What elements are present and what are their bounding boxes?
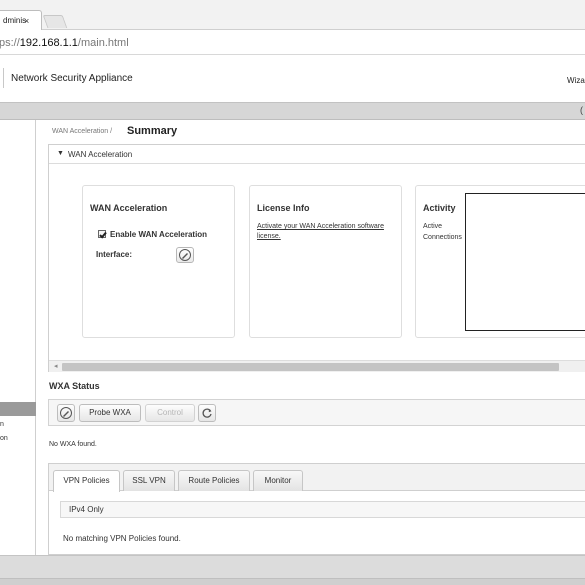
browser-tab-title: dminis — [3, 16, 27, 25]
interface-edit-button[interactable] — [176, 247, 194, 263]
close-tab-icon[interactable]: × — [24, 16, 29, 26]
scrollbar-thumb[interactable] — [62, 363, 559, 371]
probe-wxa-button[interactable]: Probe WXA — [79, 404, 141, 422]
section-header-label: WAN Acceleration — [68, 150, 133, 159]
url-scheme: ps:// — [0, 37, 20, 49]
address-bar[interactable]: ps://192.168.1.1/main.html — [0, 30, 585, 55]
pencil-icon — [60, 407, 72, 419]
activate-license-link[interactable]: Activate your WAN Acceleration software … — [257, 222, 387, 242]
policy-tab-row: VPN Policies SSL VPN Route Policies Moni… — [49, 464, 585, 492]
sidebar-item-2[interactable]: on — [0, 435, 8, 442]
scroll-left-icon[interactable]: ◂ — [54, 362, 58, 370]
wan-acceleration-section: ▼ WAN Acceleration WAN Acceleration Enab… — [48, 144, 585, 372]
horizontal-scrollbar[interactable]: ◂ — [49, 360, 585, 372]
no-wxa-message: No WXA found. — [49, 441, 97, 448]
license-info-card: License Info Activate your WAN Accelerat… — [249, 185, 402, 338]
tab-vpn-policies[interactable]: VPN Policies — [53, 470, 120, 492]
activity-card: Activity Active Connections — [415, 185, 585, 338]
tab-ssl-vpn[interactable]: SSL VPN — [123, 470, 175, 491]
sidebar-item-selected[interactable] — [0, 402, 36, 416]
pencil-icon — [179, 249, 191, 261]
new-tab-button[interactable] — [42, 15, 68, 28]
url-path: /main.html — [77, 37, 129, 49]
enable-wan-row[interactable]: Enable WAN Acceleration — [98, 230, 207, 239]
active-connections-label: Active Connections — [423, 221, 462, 243]
top-menu-bar: ( — [0, 102, 585, 120]
app-header: Network Security Appliance Wiza — [0, 56, 585, 102]
status-bar — [0, 555, 585, 585]
sidebar-item-1[interactable]: n — [0, 421, 4, 428]
enable-wan-label: Enable WAN Acceleration — [110, 230, 208, 239]
left-navigation: n on — [0, 120, 36, 555]
section-header[interactable]: ▼ WAN Acceleration — [49, 145, 585, 164]
wan-card-title: WAN Acceleration — [90, 203, 168, 213]
tab-monitor[interactable]: Monitor — [253, 470, 303, 491]
collapse-caret-icon[interactable]: ▼ — [57, 150, 64, 157]
interface-label: Interface: — [96, 250, 133, 259]
wizards-link[interactable]: Wiza — [567, 76, 585, 85]
header-divider — [3, 68, 4, 88]
app-title: Network Security Appliance — [11, 73, 133, 84]
bottom-strip — [0, 578, 585, 585]
browser-tab-strip: dminis × — [0, 0, 585, 31]
active-label-line2: Connections — [423, 234, 462, 241]
refresh-icon — [202, 408, 212, 418]
policy-tabs-panel: VPN Policies SSL VPN Route Policies Moni… — [48, 463, 585, 555]
control-button[interactable]: Control — [145, 404, 195, 422]
url-text[interactable]: ps://192.168.1.1/main.html — [0, 37, 129, 49]
active-label-line1: Active — [423, 223, 443, 230]
breadcrumb[interactable]: WAN Acceleration / — [52, 128, 112, 135]
activity-graph — [465, 193, 585, 331]
wan-acceleration-card: WAN Acceleration Enable WAN Acceleration… — [82, 185, 235, 338]
url-host: 192.168.1.1 — [19, 37, 78, 49]
enable-wan-checkbox[interactable] — [98, 230, 106, 238]
page-title: Summary — [127, 125, 178, 137]
activity-card-title: Activity — [423, 203, 456, 213]
browser-tab[interactable]: dminis × — [0, 10, 42, 31]
wxa-edit-button[interactable] — [57, 404, 75, 422]
wxa-toolbar: Probe WXA Control — [48, 399, 585, 426]
refresh-button[interactable] — [198, 404, 216, 422]
menu-edge-glyph: ( — [580, 105, 583, 115]
tab-route-policies[interactable]: Route Policies — [178, 470, 250, 491]
no-vpn-policies-message: No matching VPN Policies found. — [63, 534, 181, 543]
ipv4-filter-bar[interactable]: IPv4 Only — [60, 501, 585, 518]
wxa-status-title: WXA Status — [49, 381, 100, 391]
license-card-title: License Info — [257, 203, 310, 213]
